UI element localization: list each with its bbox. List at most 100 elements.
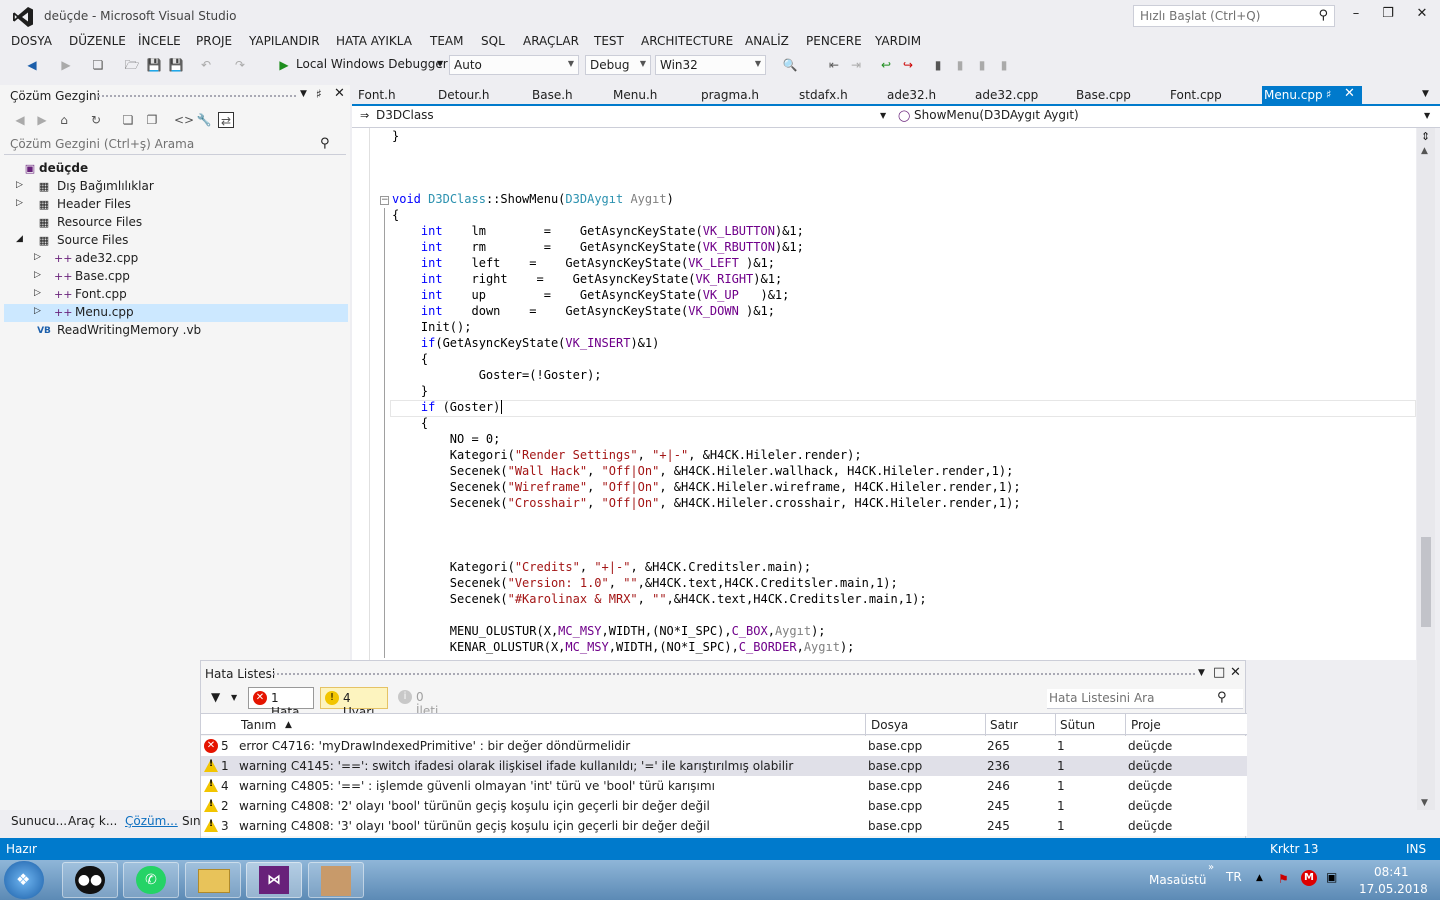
menu-araclar[interactable]: ARAÇLAR — [523, 34, 579, 48]
close-window-button[interactable]: ✕ — [1412, 6, 1432, 26]
restore-button[interactable]: ❐ — [1378, 6, 1398, 26]
find-icon[interactable]: 🔍 — [782, 57, 798, 73]
menu-analiz[interactable]: ANALİZ — [745, 34, 789, 48]
column-header-file[interactable]: Dosya — [871, 718, 908, 732]
tree-item-dependencies[interactable]: ▷ ▦ Dış Bağımlılıklar — [4, 178, 348, 196]
tab-font-h[interactable]: Font.h — [358, 88, 396, 102]
taskbar-app-explorer[interactable] — [185, 862, 241, 898]
menu-duzenle[interactable]: DÜZENLE — [69, 34, 126, 48]
column-divider[interactable] — [1055, 714, 1056, 736]
warning-row[interactable]: ! 2 warning C4808: '2' olayı 'bool' türü… — [201, 796, 1247, 816]
save-all-icon[interactable]: 💾 — [168, 57, 184, 73]
chevron-down-icon[interactable]: ▼ — [300, 89, 307, 99]
tab-pragma-h[interactable]: pragma.h — [701, 88, 759, 102]
windows-start-button[interactable]: ❖ — [4, 861, 44, 899]
chevron-right-icon[interactable]: » — [1208, 862, 1214, 873]
tree-item-menu-cpp[interactable]: ▷ ++ Menu.cpp — [4, 304, 348, 322]
menu-team[interactable]: TEAM — [430, 34, 463, 48]
class-dropdown[interactable]: ⇒ D3DClass ▼ — [356, 108, 890, 126]
desktop-toolbar-label[interactable]: Masaüstü — [1149, 873, 1206, 887]
pin-icon[interactable]: ♯ — [316, 87, 322, 101]
expand-icon[interactable]: ▷ — [34, 306, 41, 316]
collapse-all-icon[interactable]: ❏ — [120, 112, 136, 128]
scroll-up-icon[interactable]: ▲ — [1421, 146, 1428, 156]
tree-item-base-cpp[interactable]: ▷ ++ Base.cpp — [4, 268, 348, 286]
chevron-down-icon[interactable]: ▼ — [1198, 668, 1205, 678]
errors-filter-button[interactable]: ✕ 1 Hata — [248, 687, 314, 719]
tab-base-cpp[interactable]: Base.cpp — [1076, 88, 1131, 102]
tab-ade32-cpp[interactable]: ade32.cpp — [975, 88, 1038, 102]
redo-icon[interactable]: ↷ — [232, 57, 248, 73]
column-divider[interactable] — [865, 714, 866, 736]
solution-search-input[interactable]: Çözüm Gezgini (Ctrl+ş) Arama ⚲ — [4, 135, 346, 155]
back-icon[interactable]: ◀ — [12, 112, 28, 128]
debugger-target[interactable]: Local Windows Debugger — [296, 57, 448, 71]
history-icon[interactable]: ↻ — [88, 112, 104, 128]
scrollbar-thumb[interactable] — [1421, 537, 1431, 627]
tab-toolbox[interactable]: Araç k... — [68, 814, 117, 828]
menu-architecture[interactable]: ARCHITECTURE — [641, 34, 733, 48]
tree-item-source-files[interactable]: ◢ ▦ Source Files — [4, 232, 348, 250]
tab-solution-explorer[interactable]: Çözüm... — [125, 814, 178, 828]
comment-icon[interactable]: ↩ — [878, 57, 894, 73]
open-file-icon[interactable]: 🗁 — [124, 57, 140, 73]
close-tab-icon[interactable]: ✕ — [1344, 86, 1355, 101]
tree-item-header-files[interactable]: ▷ ▦ Header Files — [4, 196, 348, 214]
clock-time[interactable]: 08:41 — [1374, 865, 1409, 879]
warnings-filter-button[interactable]: ! 4 Uyarı — [320, 687, 388, 719]
column-header-description[interactable]: Tanım — [241, 718, 276, 732]
antivirus-icon[interactable]: M — [1301, 870, 1317, 886]
menu-hata-ayikla[interactable]: HATA AYIKLA — [336, 34, 412, 48]
security-icon[interactable]: ⚑ — [1278, 872, 1289, 886]
taskbar-app-game[interactable] — [308, 862, 364, 898]
taskbar-app-whatsapp[interactable]: ✆ — [123, 862, 179, 898]
tab-font-cpp[interactable]: Font.cpp — [1170, 88, 1222, 102]
platform-combo[interactable]: Win32 ▼ — [655, 55, 766, 75]
collapse-icon[interactable]: ◢ — [16, 234, 23, 244]
warning-row[interactable]: ! 4 warning C4805: '==' : işlemde güvenl… — [201, 776, 1247, 796]
new-project-icon[interactable]: ❏ — [90, 57, 106, 73]
chevron-down-icon[interactable]: ▼ — [231, 693, 237, 702]
expand-icon[interactable]: ▷ — [34, 288, 41, 298]
uncomment-icon[interactable]: ↪ — [900, 57, 916, 73]
expand-icon[interactable]: ▷ — [34, 270, 41, 280]
properties-icon[interactable]: 🔧 — [196, 112, 212, 128]
tree-item-solution[interactable]: ▣ deüçde — [4, 160, 348, 178]
code-editor[interactable]: − } void D3DClass::ShowMenu(D3DAygıt Ayg… — [370, 128, 1416, 660]
pin-icon[interactable]: ♯ — [1326, 88, 1331, 101]
chevron-down-icon[interactable]: ▼ — [437, 59, 443, 68]
tab-stdafx-h[interactable]: stdafx.h — [799, 88, 848, 102]
quick-launch-input[interactable]: Hızlı Başlat (Ctrl+Q) ⚲ — [1133, 5, 1335, 27]
forward-icon[interactable]: ▶ — [58, 57, 74, 73]
messages-filter-button[interactable]: i 0 İleti — [394, 687, 454, 718]
maximize-icon[interactable]: □ — [1213, 665, 1225, 680]
expand-icon[interactable]: ▷ — [34, 252, 41, 262]
menu-proje[interactable]: PROJE — [196, 34, 232, 48]
column-divider[interactable] — [1125, 714, 1126, 736]
next-bookmark-icon[interactable]: ▮ — [974, 57, 990, 73]
tree-item-font-cpp[interactable]: ▷ ++ Font.cpp — [4, 286, 348, 304]
back-icon[interactable]: ◀ — [24, 57, 40, 73]
tab-menu-cpp[interactable]: Menu.cpp ♯ ✕ — [1262, 86, 1362, 104]
column-divider[interactable] — [985, 714, 986, 736]
sync-icon[interactable]: ⇄ — [218, 112, 234, 128]
menu-incele[interactable]: İNCELE — [138, 34, 181, 48]
error-list-search-input[interactable]: Hata Listesini Ara ⚲ — [1047, 689, 1243, 709]
tab-detour-h[interactable]: Detour.h — [438, 88, 490, 102]
tab-base-h[interactable]: Base.h — [532, 88, 573, 102]
config-combo[interactable]: Debug ▼ — [585, 55, 651, 75]
column-header-column[interactable]: Sütun — [1060, 718, 1095, 732]
error-row[interactable]: ✕ 5 error C4716: 'myDrawIndexedPrimitive… — [201, 736, 1247, 756]
outdent-icon[interactable]: ⇥ — [848, 57, 864, 73]
menu-test[interactable]: TEST — [594, 34, 624, 48]
menu-pencere[interactable]: PENCERE — [806, 34, 862, 48]
taskbar-app-visual-studio[interactable]: ⋈ — [246, 862, 302, 898]
view-code-icon[interactable]: <> — [174, 112, 194, 128]
show-hidden-icons-icon[interactable]: ▲ — [1256, 873, 1263, 883]
tree-item-ade32-cpp[interactable]: ▷ ++ ade32.cpp — [4, 250, 348, 268]
tree-item-readwritingmemory-vb[interactable]: VB ReadWritingMemory .vb — [4, 322, 348, 340]
collapse-outline-icon[interactable]: − — [380, 196, 389, 205]
indent-icon[interactable]: ⇤ — [826, 57, 842, 73]
member-dropdown[interactable]: ◯ ShowMenu(D3DAygıt Aygıt) ▼ — [894, 108, 1434, 126]
filter-icon[interactable]: ▼ — [211, 690, 220, 704]
